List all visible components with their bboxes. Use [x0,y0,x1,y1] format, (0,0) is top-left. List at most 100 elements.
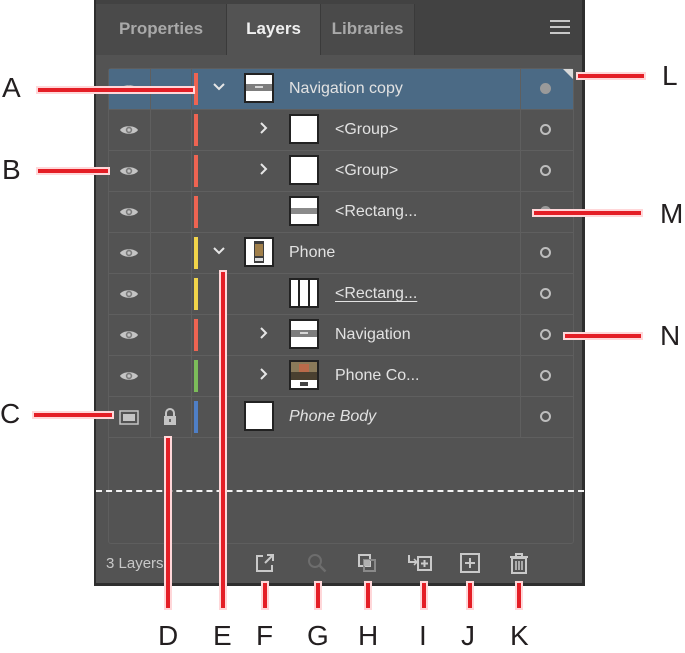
callout-line-M [534,211,641,215]
layer-thumbnail [289,114,319,144]
visibility-toggle[interactable] [109,397,151,437]
target-circle-icon[interactable] [540,288,551,299]
layer-row[interactable]: Phone Co... [109,356,573,397]
callout-M: M [660,198,684,229]
new-layer-icon[interactable] [459,552,481,574]
callout-L: L [662,60,678,91]
layer-name[interactable]: Phone [289,244,335,262]
layer-row[interactable]: Navigation [109,315,573,356]
callout-line-L [578,74,644,78]
layer-row[interactable]: <Group> [109,110,573,151]
callout-C: C [0,398,21,429]
layer-name[interactable]: Navigation copy [289,80,403,98]
lock-toggle[interactable] [150,151,192,191]
visibility-toggle[interactable] [109,356,151,396]
lock-toggle[interactable] [150,397,192,437]
layer-thumbnail [289,196,319,226]
layer-color-indicator [194,360,198,392]
visibility-toggle[interactable] [109,233,151,273]
tab-properties[interactable]: Properties [96,4,227,55]
callout-E: E [213,620,232,651]
layer-row[interactable]: <Group> [109,151,573,192]
layer-row[interactable]: Phone [109,233,573,274]
callout-J: J [461,620,475,651]
chevron-right-icon[interactable] [257,162,271,176]
target-cell[interactable] [520,110,573,150]
tab-layers[interactable]: Layers [227,4,321,55]
visibility-toggle[interactable] [109,315,151,355]
eye-icon [119,328,139,340]
target-circle-icon[interactable] [540,329,551,340]
chevron-right-icon[interactable] [257,121,271,135]
layer-name[interactable]: Navigation [335,326,411,344]
target-circle-icon[interactable] [540,165,551,176]
callout-D: D [158,620,179,651]
lock-toggle[interactable] [150,274,192,314]
tab-bar: Properties Layers Libraries [96,0,582,55]
eye-icon [119,369,139,381]
target-cell[interactable] [520,397,573,437]
chevron-right-icon[interactable] [257,367,271,381]
layer-row[interactable]: Phone Body [109,397,573,438]
layer-name[interactable]: Phone Body [289,408,376,426]
callout-line-D [166,438,170,608]
target-circle-icon[interactable] [540,411,551,422]
eye-icon [119,246,139,258]
layer-thumbnail [289,155,319,185]
layer-thumbnail [289,278,319,308]
chevron-down-icon[interactable] [212,244,226,258]
layer-name[interactable]: <Group> [335,121,398,139]
layer-name[interactable]: Phone Co... [335,367,420,385]
callout-line-C [34,413,112,417]
clipping-mask-icon[interactable] [356,552,378,574]
layer-color-indicator [194,401,198,433]
lock-toggle[interactable] [150,110,192,150]
target-cell[interactable] [520,233,573,273]
callout-B: B [2,154,21,185]
target-circle-icon[interactable] [540,124,551,135]
lock-toggle[interactable] [150,356,192,396]
layer-color-indicator [194,114,198,146]
visibility-toggle[interactable] [109,110,151,150]
visibility-toggle[interactable] [109,274,151,314]
tab-libraries[interactable]: Libraries [321,4,415,55]
layer-name[interactable]: <Group> [335,162,398,180]
new-sublayer-icon[interactable] [406,552,434,574]
target-cell[interactable] [520,274,573,314]
target-circle-icon[interactable] [540,247,551,258]
lock-toggle[interactable] [150,233,192,273]
target-circle-icon[interactable] [540,83,551,94]
callout-line-F [263,583,267,608]
layer-color-indicator [194,155,198,187]
hamburger-menu-icon[interactable] [550,20,570,35]
export-icon[interactable] [254,552,276,574]
layer-name[interactable]: <Rectang... [335,285,417,303]
trash-icon[interactable] [508,552,530,574]
layer-color-indicator [194,196,198,228]
layer-thumbnail [289,319,319,349]
layer-row[interactable]: <Rectang... [109,192,573,233]
callout-I: I [419,620,427,651]
lock-toggle[interactable] [150,315,192,355]
visibility-toggle[interactable] [109,192,151,232]
layer-thumbnail [289,360,319,390]
visibility-toggle[interactable] [109,151,151,191]
layer-row[interactable]: <Rectang... [109,274,573,315]
callout-K: K [510,620,529,651]
chevron-down-icon[interactable] [212,80,226,94]
callout-line-B [38,169,108,173]
lock-toggle[interactable] [150,192,192,232]
layer-thumbnail [244,73,274,103]
layer-name[interactable]: <Rectang... [335,203,417,221]
target-cell[interactable] [520,151,573,191]
layer-color-indicator [194,278,198,310]
layer-color-indicator [194,237,198,269]
eye-icon [119,205,139,217]
callout-line-N [565,334,641,338]
search-icon[interactable] [306,552,328,574]
target-cell[interactable] [520,356,573,396]
chevron-right-icon[interactable] [257,326,271,340]
callout-A: A [2,72,21,103]
template-icon [119,410,139,430]
target-circle-icon[interactable] [540,370,551,381]
